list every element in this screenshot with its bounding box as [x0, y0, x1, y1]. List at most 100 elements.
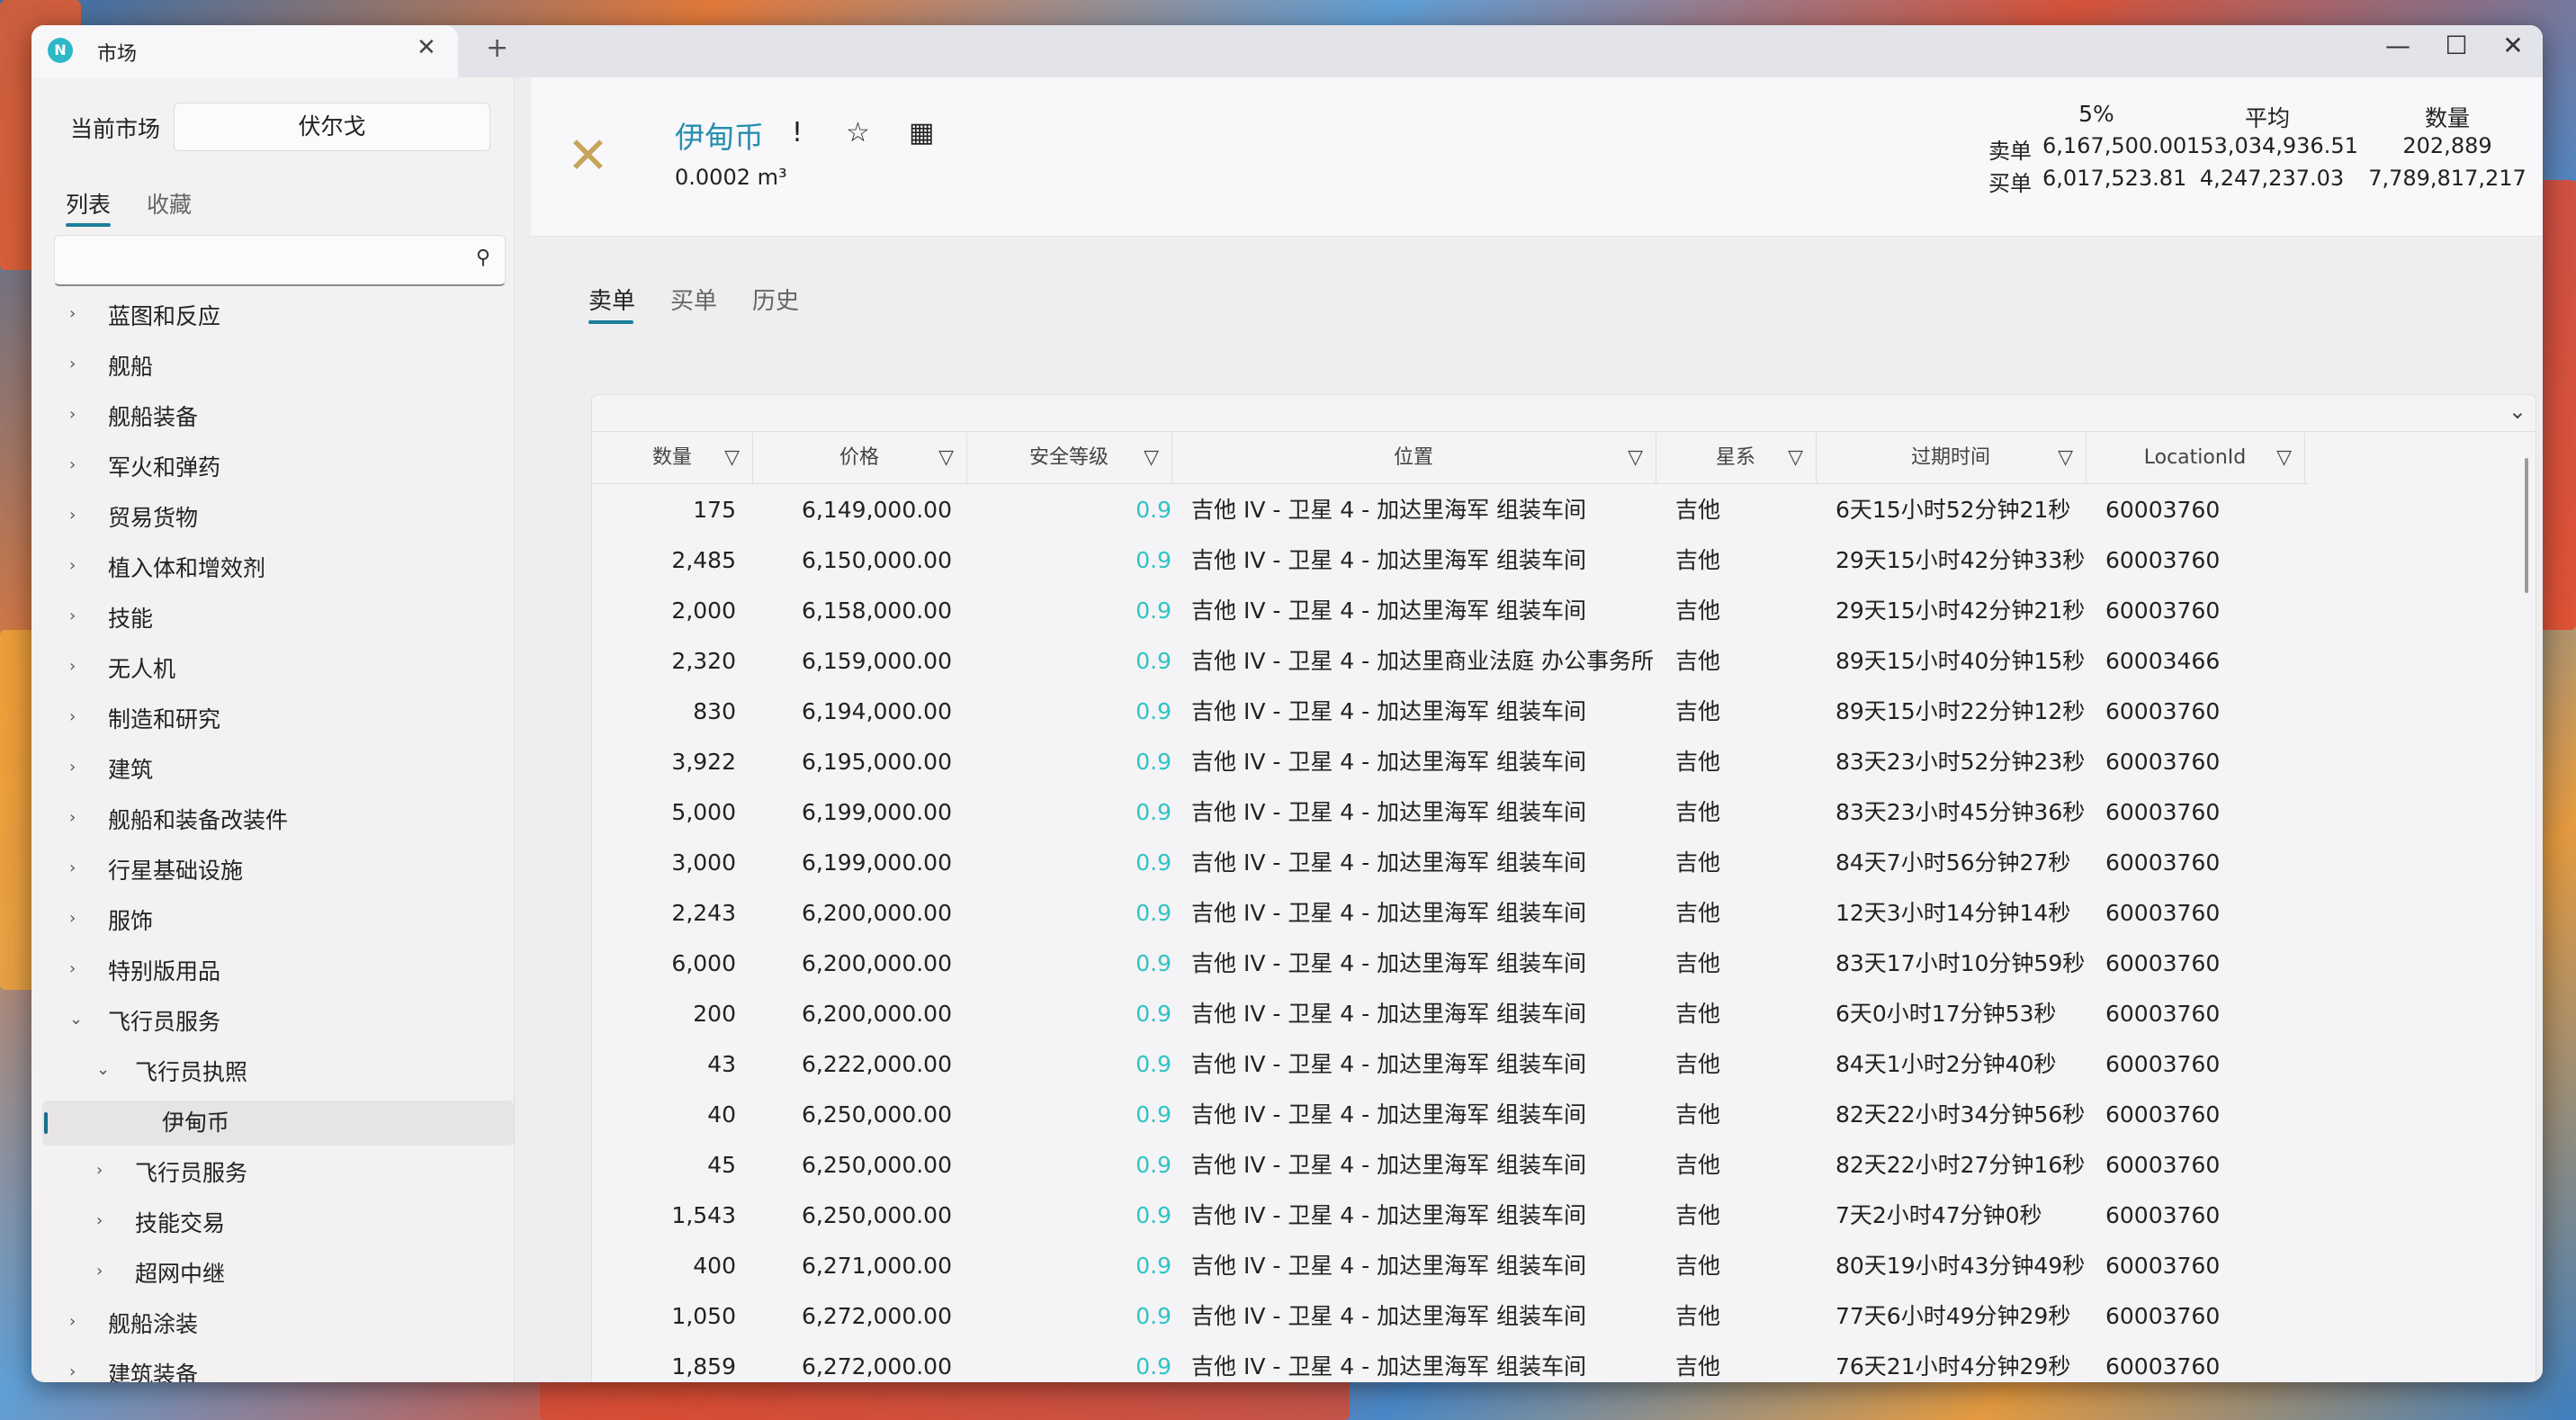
table-row[interactable]: 43 6,222,000.00 0.9 吉他 IV - 卫星 4 - 加达里海军 组装… [592, 1039, 2309, 1090]
chevron-right-icon[interactable]: › [69, 455, 76, 474]
tree-item[interactable]: 舰船涂装 [108, 1299, 198, 1350]
table-row[interactable]: 45 6,250,000.00 0.9 吉他 IV - 卫星 4 - 加达里海军 组装… [592, 1140, 2309, 1191]
chevron-down-icon[interactable]: ⌄ [2509, 399, 2527, 424]
col-expiry-header[interactable]: 过期时间 ▽ [1816, 433, 2087, 483]
chevron-right-icon[interactable]: › [96, 1161, 103, 1180]
tree-item[interactable]: 伊甸币 [162, 1098, 229, 1148]
table-row[interactable]: 1,050 6,272,000.00 0.9 吉他 IV - 卫星 4 - 加达里海军… [592, 1291, 2309, 1342]
table-row[interactable]: 1,543 6,250,000.00 0.9 吉他 IV - 卫星 4 - 加达里海军… [592, 1191, 2309, 1241]
table-row[interactable]: 175 6,149,000.00 0.9 吉他 IV - 卫星 4 - 加达里海军 组… [592, 485, 2309, 535]
table-row[interactable]: 1,859 6,272,000.00 0.9 吉他 IV - 卫星 4 - 加达里海军… [592, 1342, 2309, 1382]
minimize-button[interactable]: — [2371, 31, 2425, 60]
filter-icon[interactable]: ▽ [2058, 433, 2073, 483]
table-row[interactable]: 2,243 6,200,000.00 0.9 吉他 IV - 卫星 4 - 加达里海军… [592, 888, 2309, 939]
tree-item[interactable]: 蓝图和反应 [108, 292, 220, 342]
filter-icon[interactable]: ▽ [2276, 433, 2292, 483]
tab-list[interactable]: 列表 [66, 187, 111, 220]
chevron-right-icon[interactable]: › [69, 556, 76, 575]
tree-item[interactable]: 建筑装备 [108, 1350, 198, 1382]
tree-item[interactable]: 特别版用品 [108, 947, 220, 997]
chevron-right-icon[interactable]: › [69, 355, 76, 373]
chevron-right-icon[interactable]: › [69, 808, 76, 827]
item-volume: 0.0002 m³ [675, 165, 787, 190]
tab-sell-orders[interactable]: 卖单 [588, 283, 635, 316]
col-location-header[interactable]: 位置 ▽ [1171, 433, 1656, 483]
favorite-star-icon[interactable]: ☆ [846, 117, 870, 148]
table-row[interactable]: 2,000 6,158,000.00 0.9 吉他 IV - 卫星 4 - 加达里海军… [592, 586, 2309, 636]
close-window-button[interactable]: ✕ [2486, 31, 2540, 60]
col-locationid-header[interactable]: LocationId ▽ [2086, 433, 2305, 483]
cell-price: 6,200,000.00 [802, 950, 952, 976]
filter-icon[interactable]: ▽ [938, 433, 954, 483]
market-selector[interactable]: 伏尔戈 [174, 103, 490, 151]
col-security-header[interactable]: 安全等级 ▽ [966, 433, 1172, 483]
filter-icon[interactable]: ▽ [724, 433, 740, 483]
cell-location: 吉他 IV - 卫星 4 - 加达里海军 组装车间 [1191, 749, 1587, 775]
table-row[interactable]: 3,000 6,199,000.00 0.9 吉他 IV - 卫星 4 - 加达里海军… [592, 838, 2309, 888]
chevron-right-icon[interactable]: › [69, 506, 76, 525]
chevron-right-icon[interactable]: › [69, 607, 76, 625]
item-name[interactable]: 伊甸币 [675, 113, 764, 157]
cell-security: 0.9 [1135, 1202, 1171, 1228]
chevron-right-icon[interactable]: › [96, 1262, 103, 1281]
chevron-right-icon[interactable]: › [69, 1312, 76, 1331]
chevron-right-icon[interactable]: › [69, 758, 76, 777]
chevron-right-icon[interactable]: › [69, 1362, 76, 1381]
tab-history[interactable]: 历史 [752, 283, 799, 316]
tree-item[interactable]: 舰船和装备改装件 [108, 795, 288, 846]
table-row[interactable]: 2,320 6,159,000.00 0.9 吉他 IV - 卫星 4 - 加达里商业… [592, 636, 2309, 687]
tree-item[interactable]: 植入体和增效剂 [108, 544, 265, 594]
table-row[interactable]: 40 6,250,000.00 0.9 吉他 IV - 卫星 4 - 加达里海军 组装… [592, 1090, 2309, 1140]
calculator-icon[interactable]: ▦ [909, 117, 934, 148]
chevron-right-icon[interactable]: › [69, 304, 76, 323]
chevron-right-icon[interactable]: › [69, 707, 76, 726]
tree-item[interactable]: 舰船装备 [108, 392, 198, 443]
table-row[interactable]: 5,000 6,199,000.00 0.9 吉他 IV - 卫星 4 - 加达里海军… [592, 787, 2309, 838]
close-tab-icon[interactable]: ✕ [417, 34, 436, 61]
tab-buy-orders[interactable]: 买单 [670, 283, 717, 316]
chevron-down-icon[interactable]: ⌄ [69, 1010, 83, 1029]
tree-item[interactable]: 飞行员执照 [135, 1047, 247, 1098]
tree-item[interactable]: 制造和研究 [108, 695, 220, 745]
filter-icon[interactable]: ▽ [1788, 433, 1803, 483]
table-row[interactable]: 3,922 6,195,000.00 0.9 吉他 IV - 卫星 4 - 加达里海军… [592, 737, 2309, 787]
chevron-right-icon[interactable]: › [69, 858, 76, 877]
maximize-button[interactable]: ☐ [2429, 31, 2483, 60]
tree-item[interactable]: 服饰 [108, 896, 153, 947]
chevron-right-icon[interactable]: › [69, 405, 76, 424]
search-input[interactable]: ⚲ [54, 235, 506, 286]
new-tab-button[interactable]: + [486, 32, 508, 64]
filter-icon[interactable]: ▽ [1144, 433, 1159, 483]
tree-item[interactable]: 行星基础设施 [108, 846, 243, 896]
tree-item[interactable]: 超网中继 [135, 1249, 225, 1299]
tab-favorites[interactable]: 收藏 [147, 187, 192, 220]
table-row[interactable]: 200 6,200,000.00 0.9 吉他 IV - 卫星 4 - 加达里海军 组… [592, 989, 2309, 1039]
chevron-right-icon[interactable]: › [69, 909, 76, 928]
table-row[interactable]: 830 6,194,000.00 0.9 吉他 IV - 卫星 4 - 加达里海军 组… [592, 687, 2309, 737]
table-row[interactable]: 2,485 6,150,000.00 0.9 吉他 IV - 卫星 4 - 加达里海军… [592, 535, 2309, 586]
col-quantity-header[interactable]: 数量 ▽ [592, 433, 753, 483]
search-icon[interactable]: ⚲ [476, 247, 490, 269]
tree-item[interactable]: 舰船 [108, 342, 153, 392]
tree-item[interactable]: 贸易货物 [108, 493, 198, 544]
alert-icon[interactable]: ! [792, 117, 803, 148]
tree-item[interactable]: 军火和弹药 [108, 443, 220, 493]
tab-market[interactable]: N 市场 ✕ [31, 25, 458, 77]
tree-item[interactable]: 技能交易 [135, 1199, 225, 1249]
table-row[interactable]: 6,000 6,200,000.00 0.9 吉他 IV - 卫星 4 - 加达里海军… [592, 939, 2309, 989]
col-system-header[interactable]: 星系 ▽ [1656, 433, 1817, 483]
tree-item[interactable]: 飞行员服务 [108, 997, 220, 1047]
tree-item[interactable]: 无人机 [108, 644, 175, 695]
tree-item[interactable]: 飞行员服务 [135, 1148, 247, 1199]
tree-item[interactable]: 建筑 [108, 745, 153, 795]
chevron-down-icon[interactable]: ⌄ [96, 1060, 110, 1079]
cell-location: 吉他 IV - 卫星 4 - 加达里海军 组装车间 [1191, 1353, 1587, 1380]
tree-item[interactable]: 技能 [108, 594, 153, 644]
table-row[interactable]: 400 6,271,000.00 0.9 吉他 IV - 卫星 4 - 加达里海军 组… [592, 1241, 2309, 1291]
filter-icon[interactable]: ▽ [1628, 433, 1643, 483]
chevron-right-icon[interactable]: › [69, 657, 76, 676]
col-price-header[interactable]: 价格 ▽ [752, 433, 967, 483]
chevron-right-icon[interactable]: › [69, 959, 76, 978]
chevron-right-icon[interactable]: › [96, 1211, 103, 1230]
vertical-scrollbar[interactable] [2525, 458, 2528, 593]
